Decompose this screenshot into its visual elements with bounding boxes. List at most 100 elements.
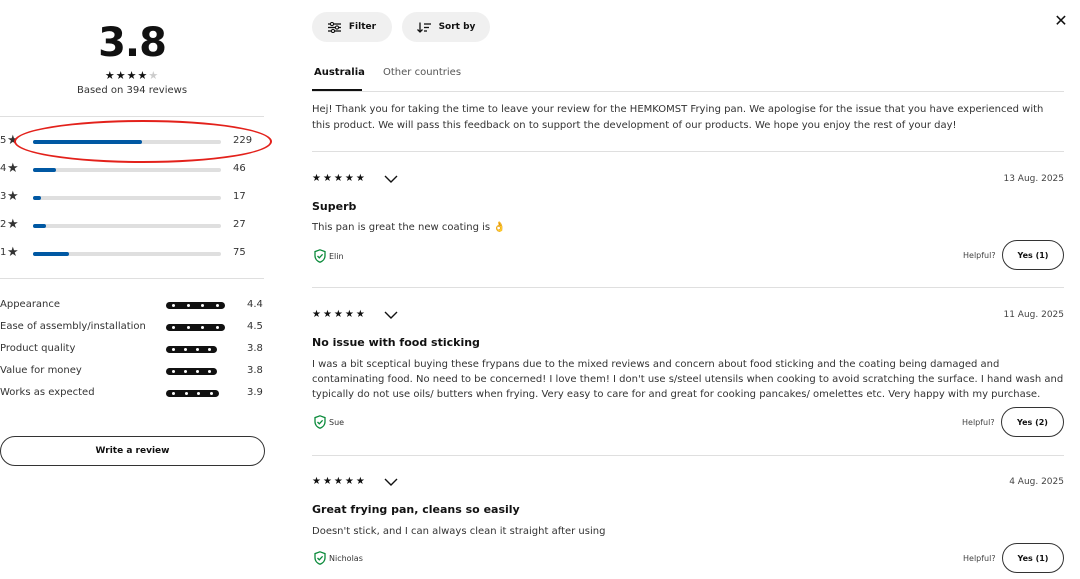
review-date: 11 Aug. 2025 xyxy=(1003,310,1064,320)
reviewer-name: Sue xyxy=(329,417,345,427)
divider xyxy=(312,455,1064,456)
distribution-bar xyxy=(33,196,221,200)
chevron-down-icon[interactable] xyxy=(384,173,398,185)
distribution-bar xyxy=(33,224,221,228)
attribute-score: 3.8 xyxy=(247,343,263,354)
average-stars: ★★★★★ xyxy=(0,69,264,82)
review-stars: ★★★★★ xyxy=(312,173,367,184)
sort-icon xyxy=(416,22,431,33)
distribution-row-3[interactable]: 3 ★ 17 xyxy=(0,189,270,206)
attribute-score: 4.4 xyxy=(247,299,263,310)
helpful-yes-button[interactable]: Yes (1) xyxy=(1002,543,1064,573)
verified-shield-icon xyxy=(314,415,326,429)
star-level: 5 xyxy=(0,135,7,146)
star-icon: ★ xyxy=(7,189,19,204)
review-title: Great frying pan, cleans so easily xyxy=(312,503,520,516)
attribute-row: Works as expected 3.9 xyxy=(0,387,270,401)
attribute-label: Value for money xyxy=(0,365,82,376)
attribute-bar xyxy=(166,324,225,331)
distribution-count: 46 xyxy=(233,163,246,174)
review-count: Based on 394 reviews xyxy=(76,85,188,96)
close-icon[interactable]: ✕ xyxy=(1053,12,1069,30)
write-review-button[interactable]: Write a review xyxy=(0,436,265,466)
highlight-annotation xyxy=(14,120,272,163)
distribution-bar-fill xyxy=(33,224,47,228)
sort-label: Sort by xyxy=(438,22,476,32)
distribution-row-2[interactable]: 2 ★ 27 xyxy=(0,217,270,234)
reviewer: Sue xyxy=(314,415,344,429)
star-icon: ★ xyxy=(115,69,127,82)
attribute-row: Product quality 3.8 xyxy=(0,343,270,357)
star-icon: ★ xyxy=(104,69,116,82)
reviewer-name: Nicholas xyxy=(329,553,363,563)
distribution-bar-fill xyxy=(33,252,69,256)
star-icon: ★ xyxy=(126,69,138,82)
review-body: This pan is great the new coating is 👌 xyxy=(312,222,506,233)
attribute-score: 4.5 xyxy=(247,321,263,332)
review-title: Superb xyxy=(312,200,357,213)
helpful-label: Helpful? xyxy=(963,554,996,563)
review-date: 4 Aug. 2025 xyxy=(1009,477,1064,487)
helpful-yes-button[interactable]: Yes (1) xyxy=(1002,240,1064,270)
attribute-bar xyxy=(166,346,217,353)
star-icon: ★ xyxy=(7,217,19,232)
attribute-row: Value for money 3.8 xyxy=(0,365,270,379)
star-level: 4 xyxy=(0,163,7,174)
distribution-row-4[interactable]: 4 ★ 46 xyxy=(0,161,270,178)
star-level: 1 xyxy=(0,247,7,258)
chevron-down-icon[interactable] xyxy=(384,309,398,321)
review-title: No issue with food sticking xyxy=(312,336,480,349)
attribute-score: 3.9 xyxy=(247,387,263,398)
distribution-row-1[interactable]: 1 ★ 75 xyxy=(0,245,270,262)
attribute-bar xyxy=(166,390,219,397)
review-body: I was a bit sceptical buying these frypa… xyxy=(312,359,1064,400)
filter-label: Filter xyxy=(348,22,377,32)
reviewer: Elin xyxy=(314,249,344,263)
divider xyxy=(312,151,1064,152)
distribution-bar-fill xyxy=(33,168,56,172)
distribution-bar xyxy=(33,252,221,256)
helpful-label: Helpful? xyxy=(963,251,996,260)
helpful-yes-button[interactable]: Yes (2) xyxy=(1001,407,1064,437)
seller-reply: Hej! Thank you for taking the time to le… xyxy=(312,104,1044,131)
attribute-row: Ease of assembly/installation 4.5 xyxy=(0,321,270,335)
attribute-bar xyxy=(166,302,225,309)
divider xyxy=(312,287,1064,288)
review-stars: ★★★★★ xyxy=(312,309,367,320)
sort-button[interactable]: Sort by xyxy=(402,12,490,42)
review-date: 13 Aug. 2025 xyxy=(1003,174,1064,184)
star-icon: ★ xyxy=(7,161,19,176)
star-icon: ★ xyxy=(7,245,19,260)
divider xyxy=(0,278,264,279)
star-icon: ★ xyxy=(137,69,149,82)
reviewer: Nicholas xyxy=(314,551,363,565)
star-empty-icon: ★ xyxy=(148,69,160,82)
attribute-bar xyxy=(166,368,217,375)
distribution-bar-fill xyxy=(33,196,41,200)
chevron-down-icon[interactable] xyxy=(384,476,398,488)
verified-shield-icon xyxy=(314,249,326,263)
attribute-row: Appearance 4.4 xyxy=(0,299,270,313)
average-rating: 3.8 xyxy=(98,20,167,66)
rating-summary: 3.8 ★★★★★ Based on 394 reviews 5 ★ 229 4… xyxy=(0,0,272,579)
verified-shield-icon xyxy=(314,551,326,565)
reviewer-name: Elin xyxy=(329,251,344,261)
review-stars: ★★★★★ xyxy=(312,476,367,487)
filter-button[interactable]: Filter xyxy=(312,12,392,42)
attribute-label: Ease of assembly/installation xyxy=(0,321,146,332)
tabs-divider xyxy=(312,91,1064,92)
attribute-label: Appearance xyxy=(0,299,61,310)
tab-other-countries[interactable]: Other countries xyxy=(383,67,461,78)
distribution-count: 17 xyxy=(233,191,246,202)
distribution-count: 27 xyxy=(233,219,246,230)
attribute-label: Product quality xyxy=(0,343,76,354)
filter-icon xyxy=(327,21,341,33)
tab-australia[interactable]: Australia xyxy=(314,67,365,78)
star-level: 2 xyxy=(0,219,7,230)
helpful-label: Helpful? xyxy=(962,418,995,427)
distribution-count: 75 xyxy=(233,247,246,258)
attribute-score: 3.8 xyxy=(247,365,263,376)
review-body: Doesn't stick, and I can always clean it… xyxy=(312,526,606,537)
attribute-label: Works as expected xyxy=(0,387,95,398)
divider xyxy=(0,116,264,117)
